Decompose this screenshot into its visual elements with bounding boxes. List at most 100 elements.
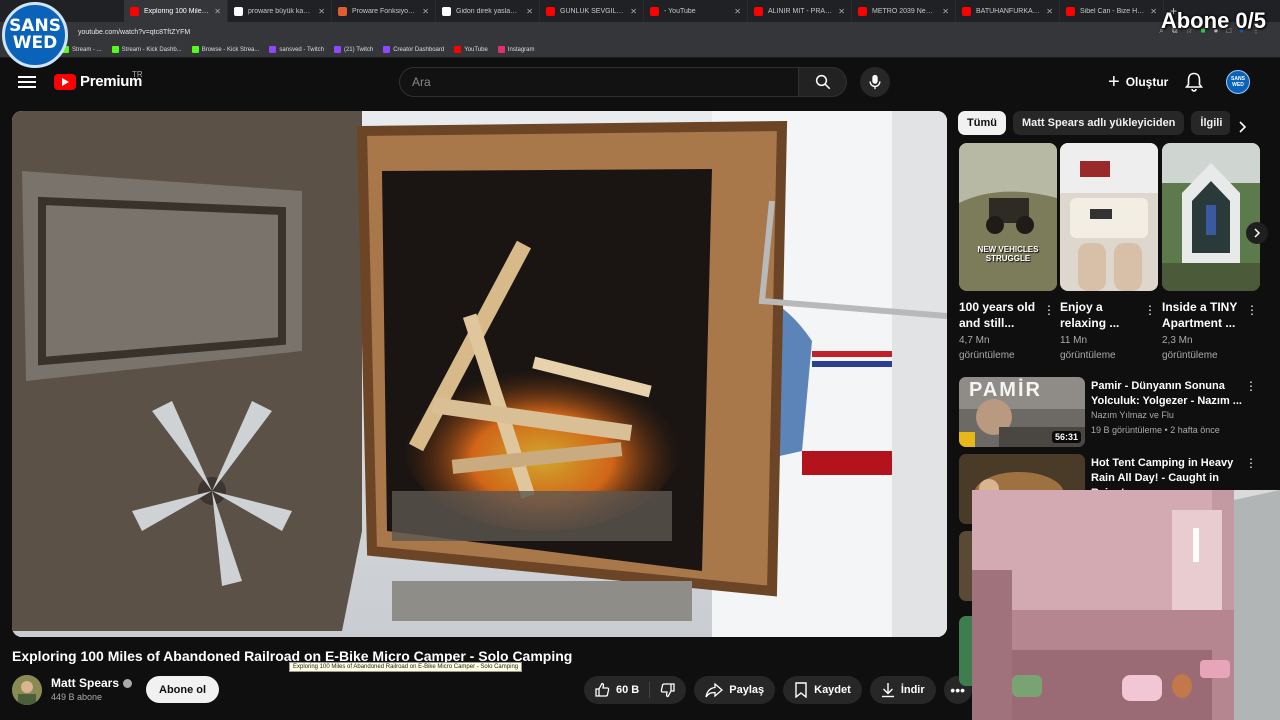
tab-favicon-icon: [130, 6, 139, 16]
tab-close-icon[interactable]: ✕: [838, 7, 845, 16]
youtube-header: Premium TR + Oluştur SANS WED: [0, 60, 1280, 104]
short-menu-icon[interactable]: ⋮: [1043, 303, 1055, 317]
tab-close-icon[interactable]: ✕: [630, 7, 637, 16]
tab-label: - YouTube: [664, 7, 696, 15]
filter-chip[interactable]: Tümü: [958, 111, 1006, 135]
search-input[interactable]: [399, 67, 799, 97]
tab-label: Exploring 100 Miles o...: [144, 7, 209, 15]
bookmark-item[interactable]: Stream - Kick Dashb...: [111, 46, 182, 53]
tab-label: Gidon direk yaslama - Go...: [456, 7, 521, 15]
channel-name-link[interactable]: Matt Spears: [51, 676, 133, 690]
address-bar[interactable]: youtube.com/watch?v=qtc8TftZYFM ⌕ ⧉ ☆ ■ …: [0, 22, 1280, 42]
tab-favicon-icon: [234, 6, 243, 16]
bookmark-item[interactable]: (21) Twitch: [333, 46, 374, 53]
tab-label: BATUHANFURKANS - HÜ...: [976, 7, 1042, 15]
browser-tabstrip: Exploring 100 Miles o...✕proware büyük k…: [0, 0, 1280, 22]
save-button[interactable]: Kaydet: [783, 676, 862, 704]
short-card[interactable]: Inside a TINY Apartment ... ⋮ 2,3 Mn görü…: [1162, 143, 1260, 363]
bookmark-item[interactable]: Browse - Kick Strea...: [191, 46, 259, 53]
share-button[interactable]: Paylaş: [694, 676, 776, 704]
filter-chip[interactable]: Matt Spears adlı yükleyiciden: [1012, 111, 1185, 135]
bookmark-item[interactable]: YouTube: [454, 46, 488, 53]
short-menu-icon[interactable]: ⋮: [1246, 303, 1258, 317]
short-thumbnail[interactable]: [1060, 143, 1158, 291]
chevron-right-icon: [1254, 228, 1261, 238]
channel-avatar[interactable]: [12, 675, 42, 705]
search-button[interactable]: [799, 67, 847, 97]
youtube-premium-logo[interactable]: Premium: [54, 73, 142, 90]
tab-close-icon[interactable]: ✕: [734, 7, 741, 16]
bookmark-item[interactable]: Instagram: [497, 46, 535, 53]
tab-close-icon[interactable]: ✕: [422, 7, 429, 16]
dislike-button[interactable]: [650, 676, 686, 704]
short-views-label: görüntüleme: [1162, 350, 1218, 361]
recommendation-thumbnail[interactable]: PAMİR 56:31: [959, 377, 1085, 447]
bookmark-label: (21) Twitch: [343, 46, 374, 53]
recommendation-channel[interactable]: Nazım Yılmaz ve Flu: [1091, 410, 1174, 420]
short-views-label: görüntüleme: [959, 350, 1015, 361]
download-button[interactable]: İndir: [869, 676, 936, 704]
verified-badge-icon: [123, 678, 133, 688]
download-icon: [881, 683, 894, 698]
filter-chip[interactable]: İlgili: [1191, 111, 1232, 135]
browser-tab[interactable]: BATUHANFURKANS - HÜ... ✕: [956, 0, 1060, 22]
browser-tab[interactable]: proware büyük kamp balt... ✕: [228, 0, 332, 22]
short-title[interactable]: 100 years old and still...: [959, 299, 1039, 331]
tab-label: ALINIR MIT - PRAGMATA...: [768, 7, 833, 15]
bookmark-item[interactable]: Stream - ...: [62, 46, 102, 53]
short-thumbnail[interactable]: [1162, 143, 1260, 291]
browser-tab[interactable]: METRO 2039 New Gamepl... ✕: [852, 0, 956, 22]
recommendation-title[interactable]: Pamir - Dünyanın Sonuna Yolculuk: Yolgez…: [1091, 379, 1243, 409]
browser-tab[interactable]: Sibel Can - Bize Has (Slow... ✕: [1060, 0, 1164, 22]
tab-label: GÜNLÜK SEVGİLİ KİRALA...: [560, 7, 625, 15]
recommendation-stats: 19 B görüntüleme • 2 hafta önce: [1091, 425, 1220, 435]
tab-favicon-icon: [1066, 6, 1075, 16]
tab-favicon-icon: [442, 6, 451, 16]
browser-tab[interactable]: Proware Fonksiyonel Kam... ✕: [332, 0, 436, 22]
account-avatar[interactable]: SANS WED: [1226, 70, 1250, 94]
voice-search-button[interactable]: [860, 67, 890, 97]
avatar-text: SANS WED: [1231, 76, 1245, 88]
short-thumbnail[interactable]: NEW VEHICLES STRUGGLE: [959, 143, 1057, 291]
search-bar: [399, 67, 847, 97]
subscribe-button[interactable]: Abone ol: [146, 676, 220, 703]
bookmark-item[interactable]: sansved - Twitch: [269, 46, 324, 53]
short-card[interactable]: NEW VEHICLES STRUGGLE 100 years old and …: [959, 143, 1057, 363]
short-card[interactable]: Enjoy a relaxing ... ⋮ 11 Mn görüntüleme: [1060, 143, 1158, 363]
bookmark-item[interactable]: Creator Dashboard: [383, 46, 444, 53]
create-button[interactable]: + Oluştur: [1098, 67, 1178, 97]
short-title[interactable]: Enjoy a relaxing ...: [1060, 299, 1140, 331]
thumbnail-overlay-text: PAMİR: [969, 379, 1042, 401]
browser-tab[interactable]: - YouTube ✕: [644, 0, 748, 22]
browser-tab[interactable]: Exploring 100 Miles o... ✕: [124, 0, 228, 22]
bookmark-label: Stream - Kick Dashb...: [121, 46, 182, 53]
notifications-bell-icon[interactable]: [1184, 72, 1204, 97]
region-code: TR: [132, 70, 143, 79]
video-player[interactable]: [12, 111, 947, 637]
chips-next-button[interactable]: [1230, 115, 1254, 139]
shorts-shelf: NEW VEHICLES STRUGGLE 100 years old and …: [959, 143, 1261, 368]
tab-close-icon[interactable]: ✕: [318, 7, 325, 16]
tab-close-icon[interactable]: ✕: [526, 7, 533, 16]
short-menu-icon[interactable]: ⋮: [1144, 303, 1156, 317]
recommendation-menu-icon[interactable]: ⋮: [1245, 456, 1257, 470]
recommendation-menu-icon[interactable]: ⋮: [1245, 379, 1257, 393]
tab-close-icon[interactable]: ✕: [214, 7, 221, 16]
tab-close-icon[interactable]: ✕: [942, 7, 949, 16]
like-button[interactable]: 60 B: [584, 676, 649, 704]
thumbs-down-icon: [660, 683, 675, 698]
bookmark-label: sansved - Twitch: [279, 46, 324, 53]
hamburger-menu-icon[interactable]: [18, 73, 36, 91]
bookmarks-bar: Stream - ... Stream - Kick Dashb... Browse…: [0, 42, 1280, 58]
browser-tab[interactable]: GÜNLÜK SEVGİLİ KİRALA... ✕: [540, 0, 644, 22]
tab-close-icon[interactable]: ✕: [1046, 7, 1053, 16]
tab-close-icon[interactable]: ✕: [1150, 7, 1157, 16]
tab-favicon-icon: [650, 6, 659, 16]
short-title[interactable]: Inside a TINY Apartment ...: [1162, 299, 1242, 331]
recommendation-item[interactable]: PAMİR 56:31 Pamir - Dünyanın Sonuna Yolc…: [959, 377, 1261, 447]
shorts-next-button[interactable]: [1246, 222, 1268, 244]
browser-tab[interactable]: Gidon direk yaslama - Go... ✕: [436, 0, 540, 22]
url-text[interactable]: youtube.com/watch?v=qtc8TftZYFM: [78, 29, 190, 36]
youtube-play-icon: [54, 73, 76, 90]
browser-tab[interactable]: ALINIR MIT - PRAGMATA... ✕: [748, 0, 852, 22]
